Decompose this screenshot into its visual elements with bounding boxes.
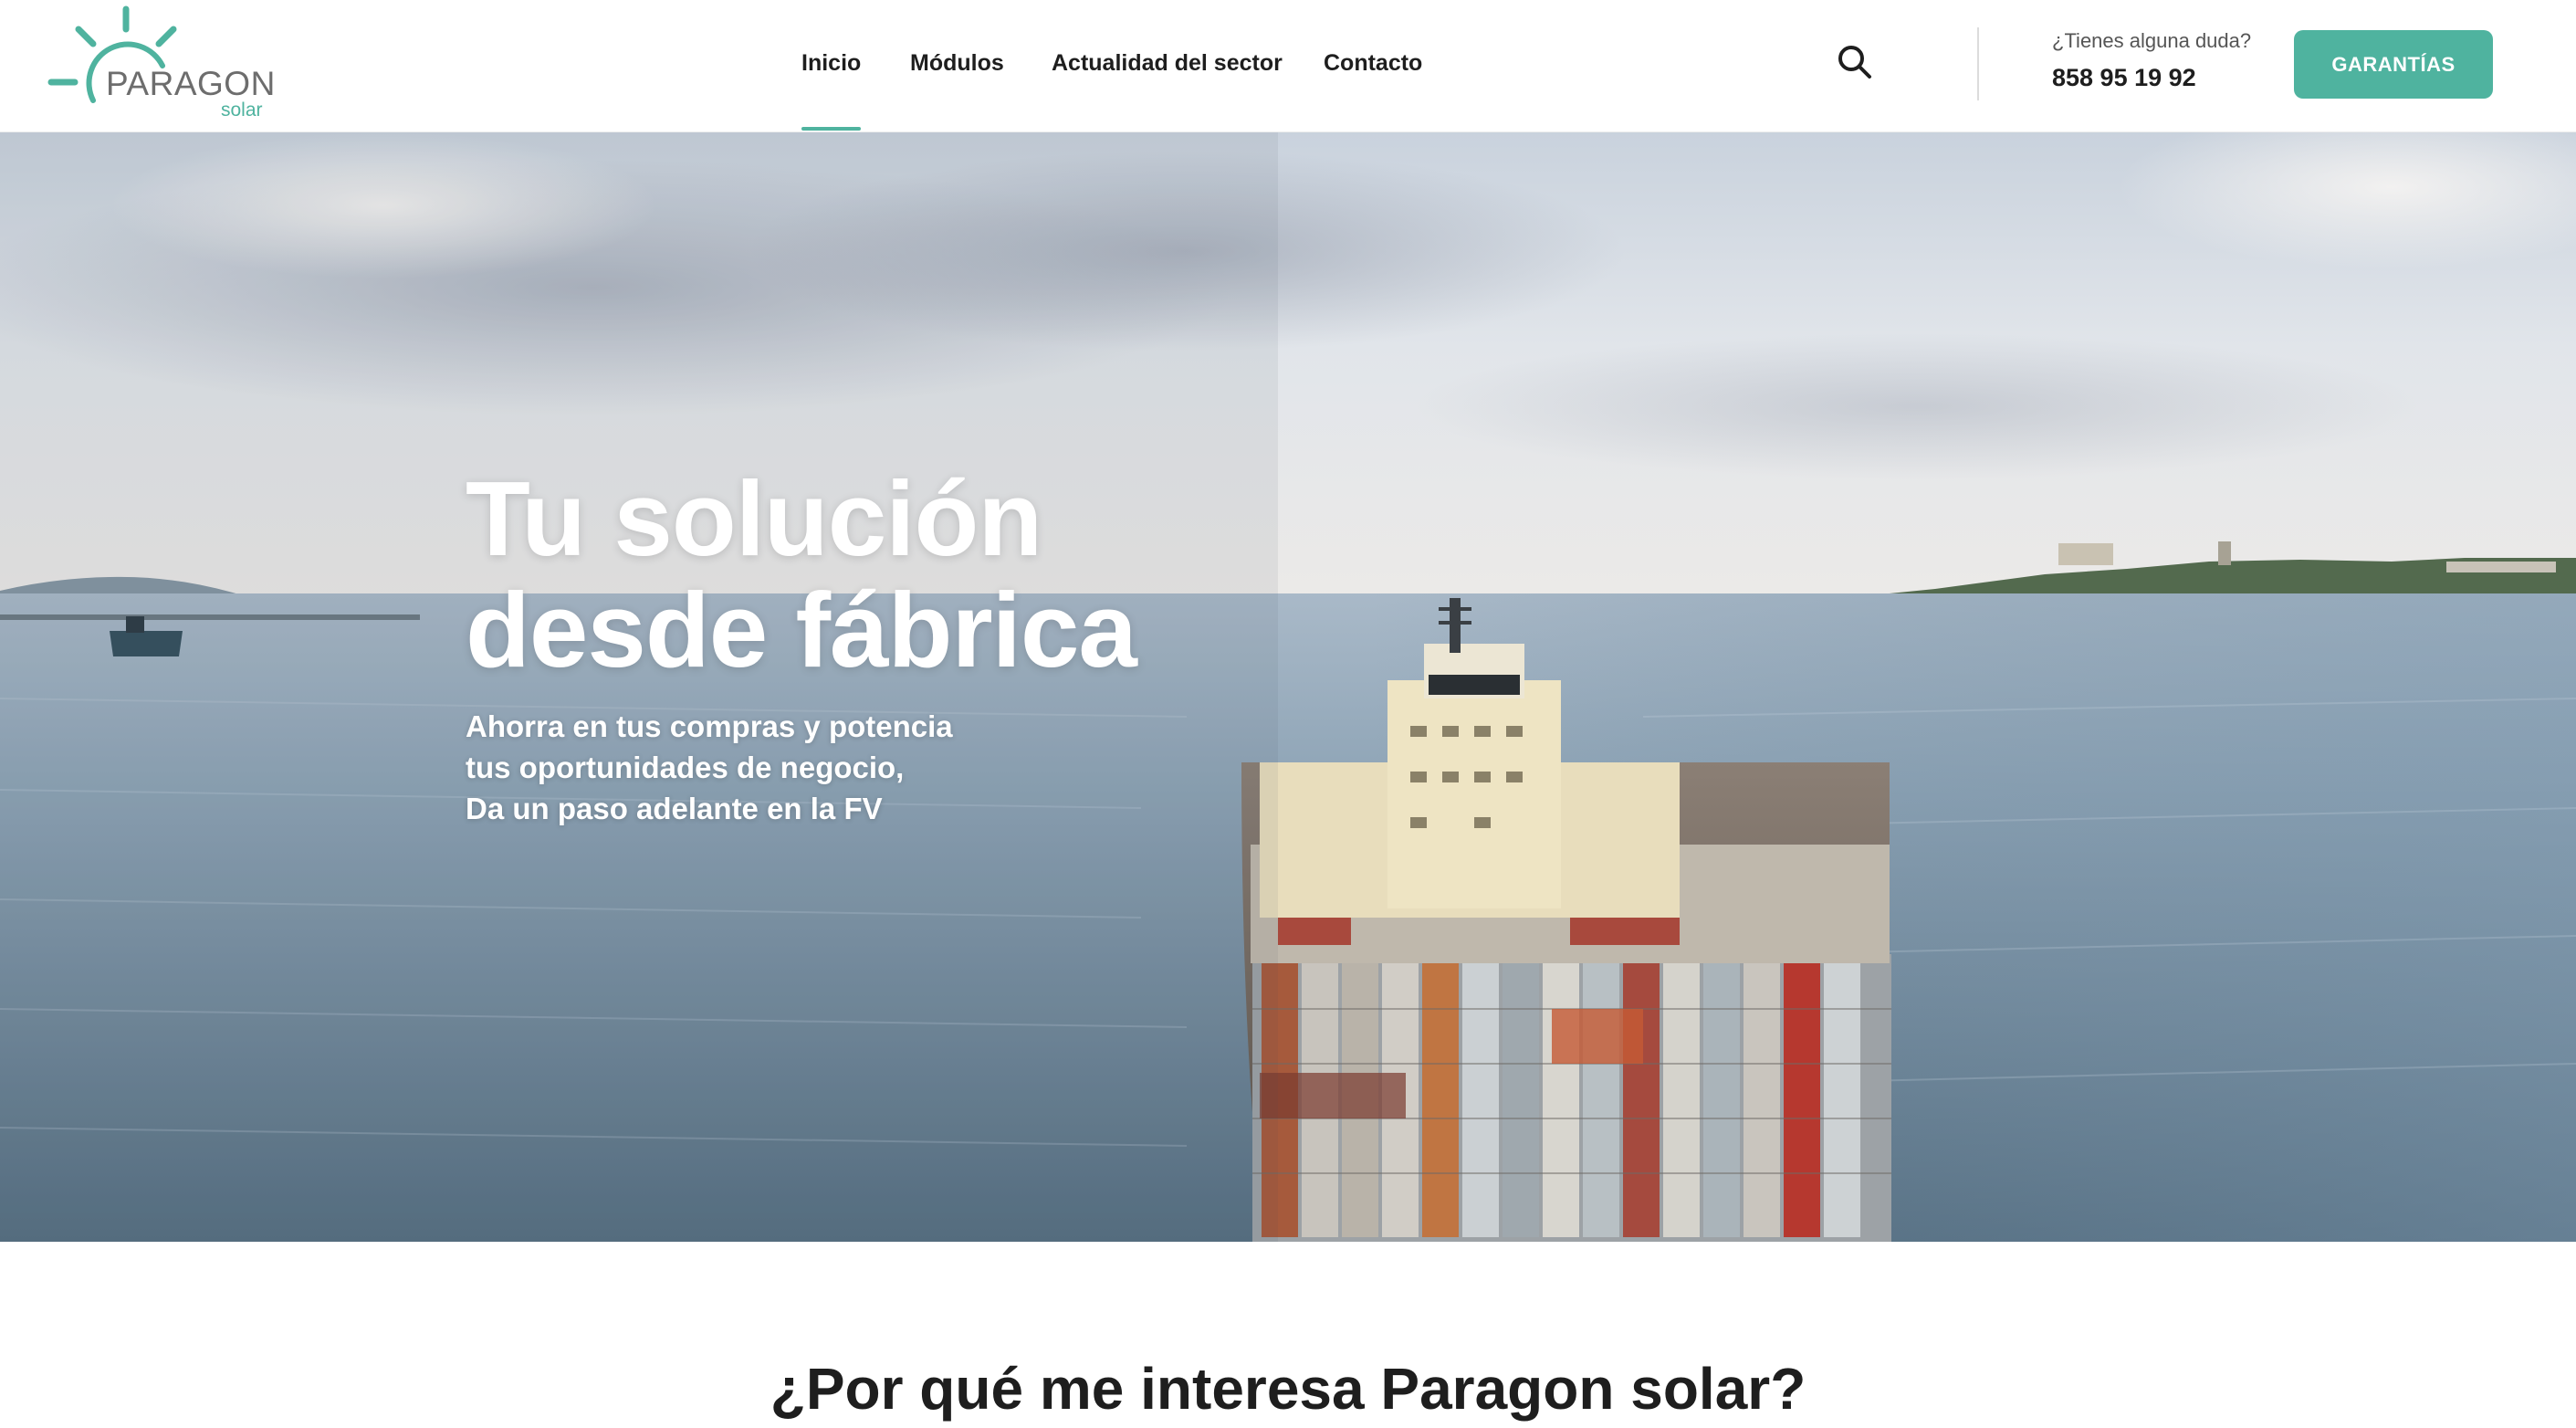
- nav-item-contacto[interactable]: Contacto: [1324, 47, 1422, 79]
- help-question: ¿Tienes alguna duda?: [2052, 29, 2252, 52]
- garantias-button[interactable]: GARANTÍAS: [2294, 30, 2493, 99]
- hero-subtitle-line-3: Da un paso adelante en la FV: [466, 792, 883, 825]
- hero-subtitle-line-1: Ahorra en tus compras y potencia: [466, 709, 953, 743]
- header-divider: [1977, 27, 1979, 100]
- nav-item-actualidad[interactable]: Actualidad del sector: [1052, 47, 1283, 79]
- why-paragon-heading: ¿Por qué me interesa Paragon solar?: [770, 1356, 1806, 1422]
- paragon-solar-logo[interactable]: PARAGON solar: [47, 5, 276, 121]
- search-icon: [1838, 46, 1871, 79]
- nav-item-modulos[interactable]: Módulos: [910, 47, 1004, 79]
- hero-title-line-1: Tu solución: [466, 459, 1042, 578]
- hero-subtitle-line-2: tus oportunidades de negocio,: [466, 751, 905, 784]
- help-phone-link[interactable]: 858 95 19 92: [2052, 64, 2196, 92]
- svg-text:solar: solar: [221, 100, 263, 121]
- nav-item-inicio[interactable]: Inicio: [801, 47, 862, 131]
- hero-title-line-2: desde fábrica: [466, 571, 1137, 689]
- hero-ship-image: [0, 132, 2576, 1242]
- svg-text:PARAGON: PARAGON: [106, 65, 276, 102]
- search-button[interactable]: [1835, 42, 1875, 82]
- sun-logo-icon: PARAGON solar: [47, 5, 276, 121]
- hero-subtitle: Ahorra en tus compras y potencia tus opo…: [466, 706, 953, 829]
- site-header: PARAGON solar Inicio Módulos Actualidad …: [0, 0, 2576, 132]
- hero-banner: Tu solución desde fábrica Ahorra en tus …: [0, 132, 2576, 1242]
- hero-title: Tu solución desde fábrica: [466, 463, 1137, 689]
